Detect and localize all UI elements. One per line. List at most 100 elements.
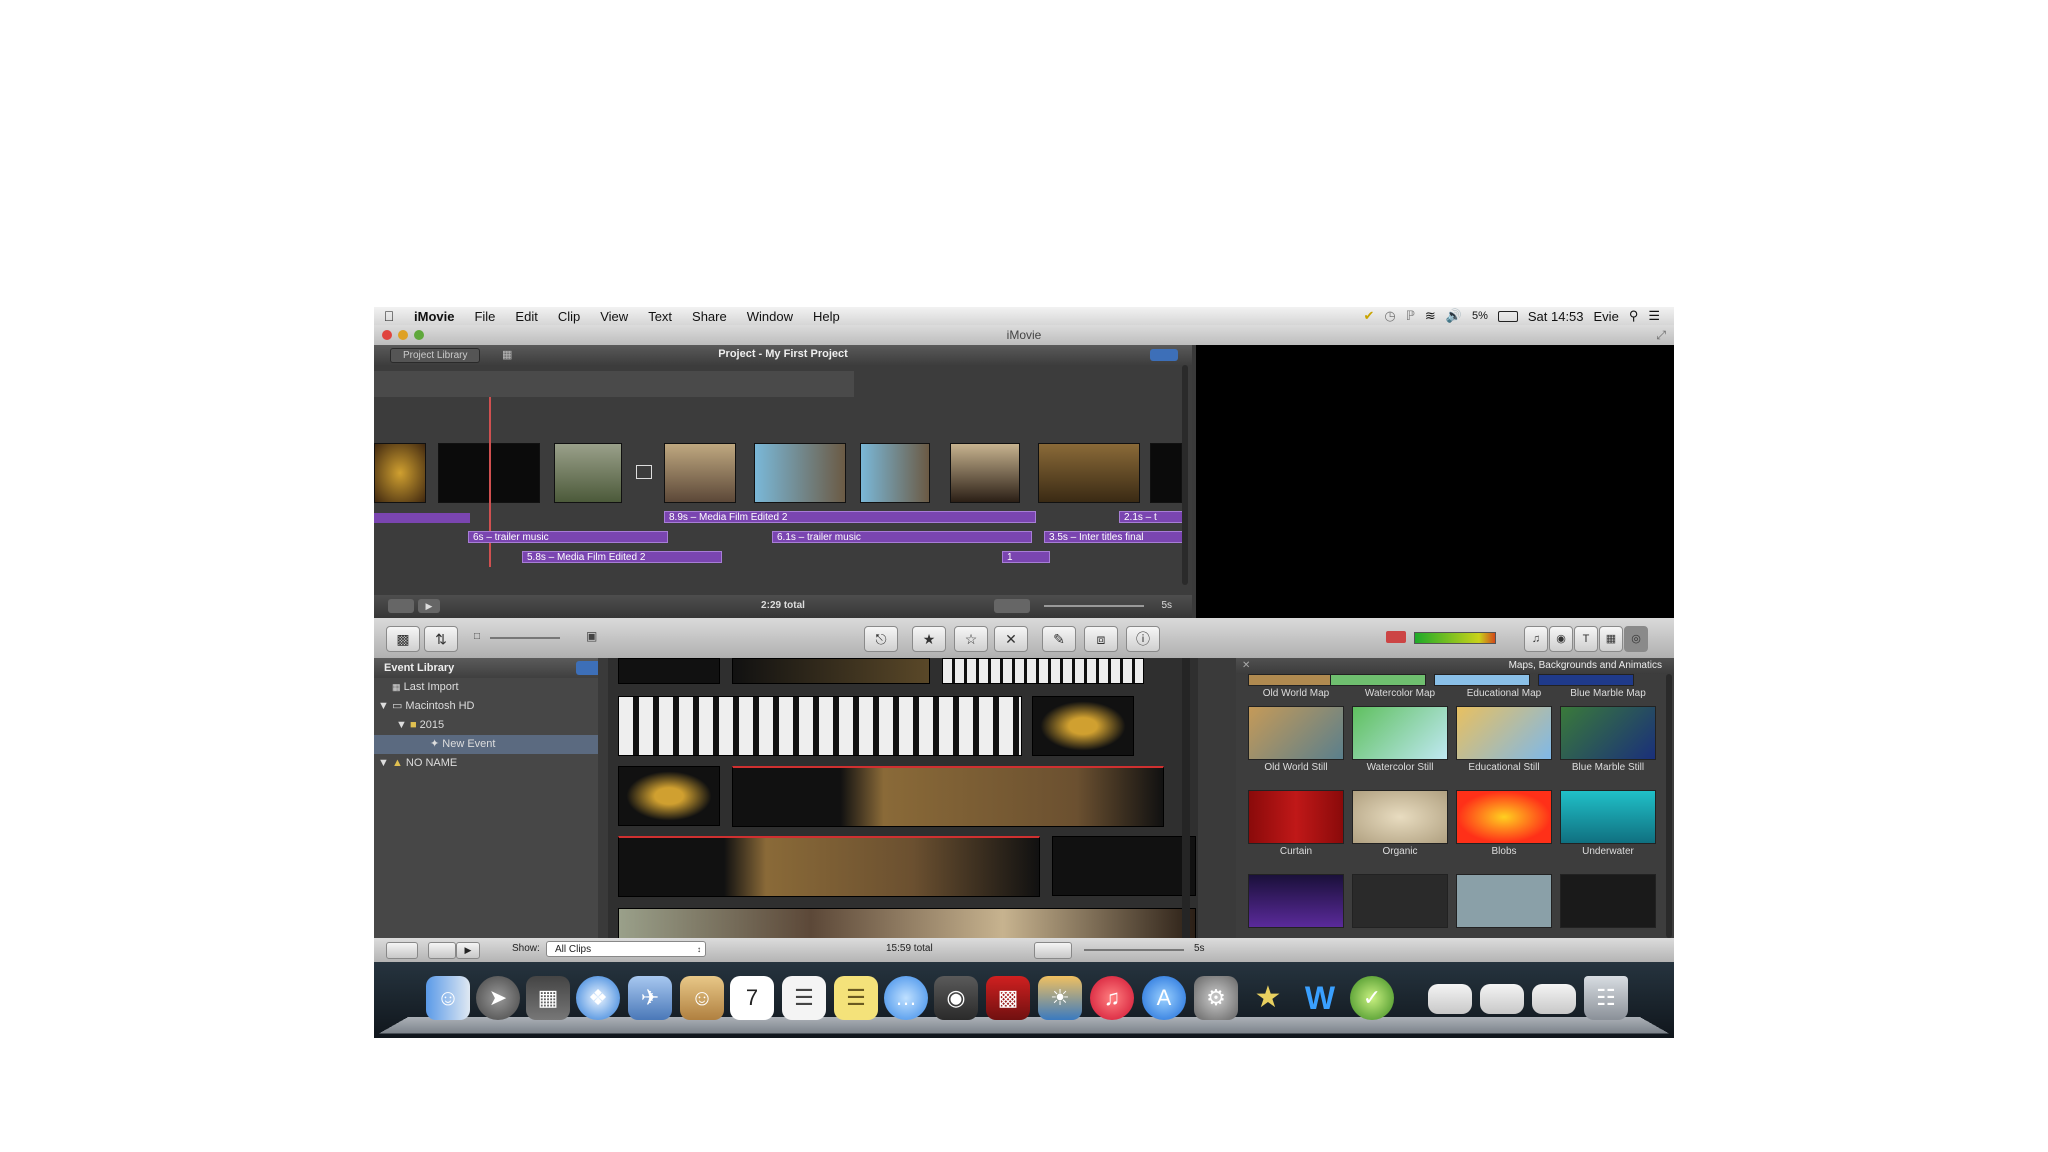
viewer[interactable] <box>1196 345 1674 618</box>
camera-view-button[interactable] <box>428 942 456 959</box>
close-window-button[interactable] <box>382 330 392 340</box>
thumb-educational-map[interactable] <box>1434 674 1530 686</box>
clip-logo[interactable] <box>374 443 426 503</box>
clip-parchment[interactable] <box>1038 443 1140 503</box>
event-clip-titles[interactable] <box>618 836 1040 897</box>
event-zoom-slider[interactable] <box>1084 949 1184 951</box>
audio-track-media-1[interactable]: 8.9s – Media Film Edited 2 <box>664 511 1036 523</box>
event-clip-logo[interactable] <box>618 766 720 826</box>
event-last-import[interactable]: ▦ Last Import <box>374 678 608 697</box>
maps-scrollbar[interactable] <box>1666 674 1672 938</box>
disclosure-triangle-icon[interactable]: ▼ <box>378 757 389 769</box>
battery-percent[interactable]: 5% <box>1472 310 1488 322</box>
close-panel-icon[interactable]: ✕ <box>1236 658 1250 674</box>
event-clip-piano[interactable] <box>618 696 1022 756</box>
mission-control-icon[interactable]: ▦ <box>526 976 570 1020</box>
event-scrollbar[interactable] <box>1182 658 1190 938</box>
project-scrollbar[interactable] <box>1182 365 1188 585</box>
crop-button[interactable]: ⧈ <box>1084 626 1118 652</box>
thumb-curtain[interactable] <box>1248 790 1344 844</box>
project-zoom-slider[interactable] <box>1044 605 1144 607</box>
mail-icon[interactable]: ✈ <box>628 976 672 1020</box>
event-clip-interior[interactable] <box>618 908 1196 938</box>
disclosure-triangle-icon[interactable]: ▼ <box>378 700 389 712</box>
menubar-clock[interactable]: Sat 14:53 <box>1528 309 1584 324</box>
battery-icon[interactable] <box>1497 310 1518 322</box>
facetime-icon[interactable]: ◉ <box>934 976 978 1020</box>
wifi-icon[interactable]: ≋ <box>1425 308 1436 324</box>
play-event-button[interactable]: ▶ <box>456 942 480 959</box>
event-clip-titles[interactable] <box>732 766 1164 827</box>
event-library-divider[interactable] <box>598 658 608 938</box>
event-clip-logo[interactable] <box>1032 696 1134 756</box>
thumb-row4[interactable] <box>1560 874 1656 928</box>
word-icon[interactable]: W <box>1298 976 1342 1020</box>
messages-icon[interactable]: … <box>884 976 928 1020</box>
add-to-project-button[interactable]: ⎋ <box>864 626 898 652</box>
clip-stairs[interactable] <box>950 443 1020 503</box>
audio-track-trailer-1[interactable]: 6s – trailer music <box>468 531 668 543</box>
audio-track-media-2[interactable]: 5.8s – Media Film Edited 2 <box>522 551 722 563</box>
event-year-2015[interactable]: ▼ ■ 2015 <box>374 716 608 735</box>
thumb-row4[interactable] <box>1456 874 1552 928</box>
audio-track-end-1[interactable]: 2.1s – t <box>1119 511 1183 523</box>
clip-black-2[interactable] <box>1150 443 1182 503</box>
event-macintosh-hd[interactable]: ▼ ▭ Macintosh HD <box>374 697 608 716</box>
audio-track-short[interactable]: 1 <box>1002 551 1050 563</box>
trash-icon[interactable]: ☷ <box>1584 976 1628 1020</box>
thumb-blue-marble-map[interactable] <box>1538 674 1634 686</box>
imovie-icon[interactable]: ★ <box>1246 976 1290 1020</box>
menu-share[interactable]: Share <box>682 309 737 324</box>
event-list-button[interactable] <box>386 942 418 959</box>
thumb-watercolor-still[interactable] <box>1352 706 1448 760</box>
disclosure-triangle-icon[interactable]: ▼ <box>396 719 407 731</box>
audio-track-inter-titles[interactable]: 3.5s – Inter titles final <box>1044 531 1184 543</box>
thumb-organic[interactable] <box>1352 790 1448 844</box>
zoom-window-button[interactable] <box>414 330 424 340</box>
contacts-icon[interactable]: ☺ <box>680 976 724 1020</box>
reject-button[interactable]: ✕ <box>994 626 1028 652</box>
event-no-name[interactable]: ▼ ▲ NO NAME <box>374 754 608 773</box>
menu-help[interactable]: Help <box>803 309 850 324</box>
menu-file[interactable]: File <box>464 309 505 324</box>
app-store-icon[interactable]: A <box>1142 976 1186 1020</box>
menu-edit[interactable]: Edit <box>505 309 547 324</box>
event-new-event[interactable]: ✦ New Event <box>374 735 608 754</box>
notification-list-icon[interactable]: ☰ <box>1648 308 1660 324</box>
thumbnail-size-slider[interactable] <box>490 637 560 639</box>
calendar-icon[interactable]: 7 <box>730 976 774 1020</box>
system-preferences-icon[interactable]: ⚙ <box>1194 976 1238 1020</box>
thumb-educational-still[interactable] <box>1456 706 1552 760</box>
unmark-button[interactable]: ☆ <box>954 626 988 652</box>
transition-icon[interactable] <box>636 465 652 479</box>
spotlight-search-icon[interactable]: ⚲ <box>1629 308 1639 324</box>
inspector-button[interactable]: ⓘ <box>1126 626 1160 652</box>
project-audio-skimming-button[interactable] <box>994 599 1030 613</box>
menu-view[interactable]: View <box>590 309 638 324</box>
clip-interior[interactable] <box>664 443 736 503</box>
launchpad-icon[interactable]: ➤ <box>476 976 520 1020</box>
swap-events-projects-button[interactable]: ⇅ <box>424 626 458 652</box>
apple-icon[interactable]:  <box>374 308 404 324</box>
volume-icon[interactable]: 🔊 <box>1446 308 1462 324</box>
photo-booth-icon[interactable]: ▩ <box>986 976 1030 1020</box>
dock-downloads-icon[interactable] <box>1480 984 1524 1014</box>
music-browser-button[interactable]: ♫ <box>1524 626 1548 652</box>
menu-window[interactable]: Window <box>737 309 803 324</box>
finder-icon[interactable]: ☺ <box>426 976 470 1020</box>
itunes-icon[interactable]: ♫ <box>1090 976 1134 1020</box>
event-clip-black[interactable] <box>1052 836 1196 896</box>
event-audio-skimming-button[interactable] <box>1034 942 1072 959</box>
thumb-underwater[interactable] <box>1560 790 1656 844</box>
camera-import-button[interactable]: ▩ <box>386 626 420 652</box>
mark-favorite-button[interactable]: ★ <box>912 626 946 652</box>
event-browser[interactable] <box>608 658 1198 938</box>
time-machine-icon[interactable]: ◷ <box>1384 308 1395 324</box>
menubar-user[interactable]: Evie <box>1594 309 1619 324</box>
clip-screen-2[interactable] <box>860 443 930 503</box>
menu-text[interactable]: Text <box>638 309 682 324</box>
menu-clip[interactable]: Clip <box>548 309 590 324</box>
clip-screen-1[interactable] <box>754 443 846 503</box>
photo-browser-button[interactable]: ◉ <box>1549 626 1573 652</box>
audio-track-trailer-2[interactable]: 6.1s – trailer music <box>772 531 1032 543</box>
